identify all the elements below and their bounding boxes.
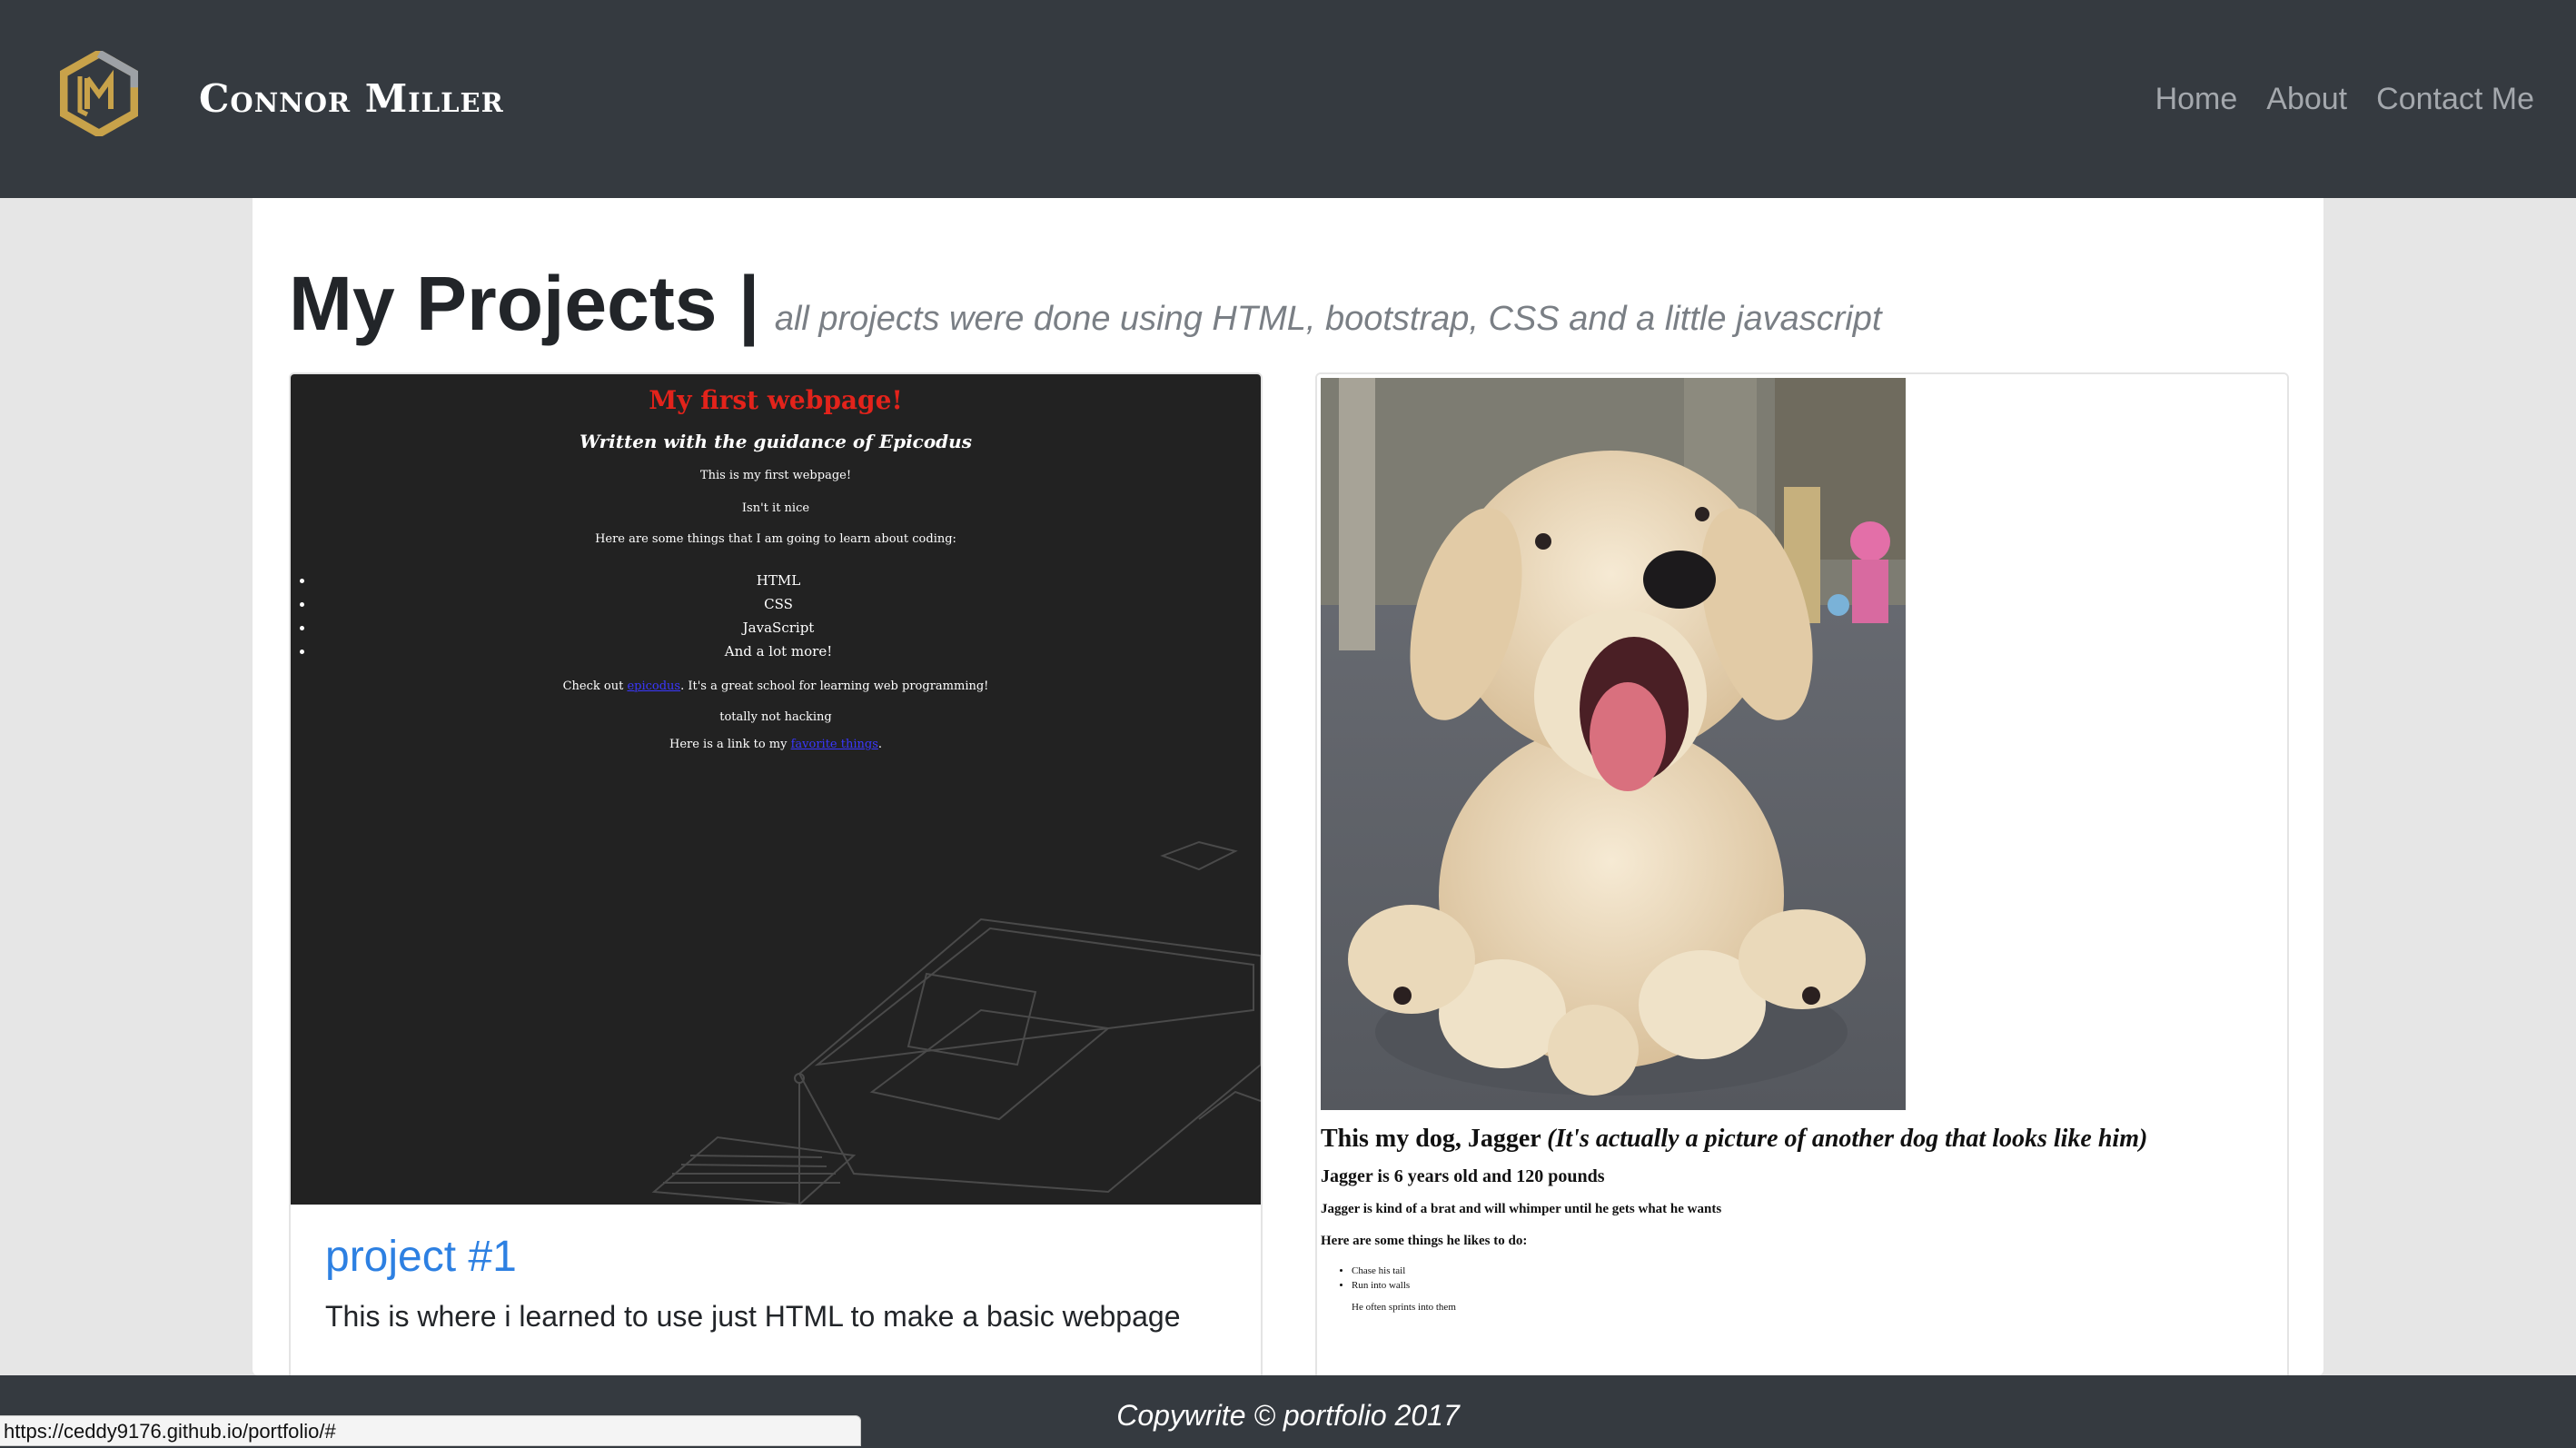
card-body: project #1 This is where i learned to us… [325,1225,1234,1339]
dog-behavior: Jagger is kind of a brat and will whimpe… [1321,1202,1722,1216]
list-item: Chase his tail [1352,1264,2147,1278]
project-card-1: My first webpage! Written with the guida… [289,372,1263,1421]
sample-line: This is my first webpage! [699,469,852,482]
puppy-photo [1321,378,1906,1110]
navbar: Connor Miller Home About Contact Me [0,0,2576,198]
sample-check-pre: Check out [562,679,628,693]
project-1-screenshot[interactable]: My first webpage! Written with the guida… [291,374,1261,1205]
project-2-screenshot[interactable]: This my dog, Jagger (It's actually a pic… [1317,374,2287,1419]
dog-note: He often sprints into them [1352,1302,1456,1313]
status-bar-url: https://ceddy9176.github.io/portfolio/# [0,1415,861,1446]
dog-heading-main: This my dog, Jagger [1321,1125,1548,1153]
page-heading: My Projects | all projects were done usi… [289,260,1882,348]
project-1-title-link[interactable]: project #1 [325,1225,1234,1290]
page-subtitle: all projects were done using HTML, boots… [774,300,1882,338]
dog-heading: This my dog, Jagger (It's actually a pic… [1321,1121,2147,1157]
sample-favorites-link: favorite things [790,738,878,751]
sample-check-line: Check out epicodus. It's a great school … [291,679,1261,693]
sample-line: totally not hacking [719,710,832,724]
list-item: And a lot more! [314,640,1261,663]
nav-about-link[interactable]: About [2266,76,2347,122]
sample-list: HTML CSS JavaScript And a lot more! [291,569,1261,663]
project-1-description: This is where i learned to use just HTML… [325,1300,1181,1333]
nav-contact-link[interactable]: Contact Me [2376,76,2534,122]
sample-subheading: Written with the guidance of Epicodus [580,431,972,452]
laptop-wireframe-image [651,840,1261,1205]
nav-home-link[interactable]: Home [2155,76,2238,122]
sample-heading: My first webpage! [649,385,903,415]
list-item: JavaScript [314,616,1261,640]
project-card-2: This my dog, Jagger (It's actually a pic… [1315,372,2289,1421]
dog-likes-list: Chase his tail Run into walls [1321,1264,2147,1293]
page-title: My Projects | [289,261,760,346]
sample-link-post: . [877,738,883,751]
list-item: HTML [314,569,1261,592]
sample-check-post: . It's a great school for learning web p… [680,679,989,693]
sample-link-pre: Here is a link to my [669,738,791,751]
projects-panel: My Projects | all projects were done usi… [253,198,2323,1421]
sample-line: Here are some things that I am going to … [595,532,956,546]
list-item: Run into walls [1352,1278,2147,1293]
dog-age: Jagger is 6 years old and 120 pounds [1321,1166,1605,1186]
brand-name[interactable]: Connor Miller [199,73,504,125]
nav-links: Home About Contact Me [2155,76,2534,122]
sample-epicodus-link: epicodus [627,679,681,693]
dog-likes-intro: Here are some things he likes to do: [1321,1234,1528,1248]
cm-hexagon-logo-icon[interactable] [60,51,138,136]
sample-link-line: Here is a link to my favorite things. [291,738,1261,751]
list-item: CSS [314,592,1261,616]
dog-page-text: This my dog, Jagger (It's actually a pic… [1321,1121,2147,1313]
sample-line: Isn't it nice [741,501,810,515]
dog-heading-italic: (It's actually a picture of another dog … [1547,1125,2148,1153]
